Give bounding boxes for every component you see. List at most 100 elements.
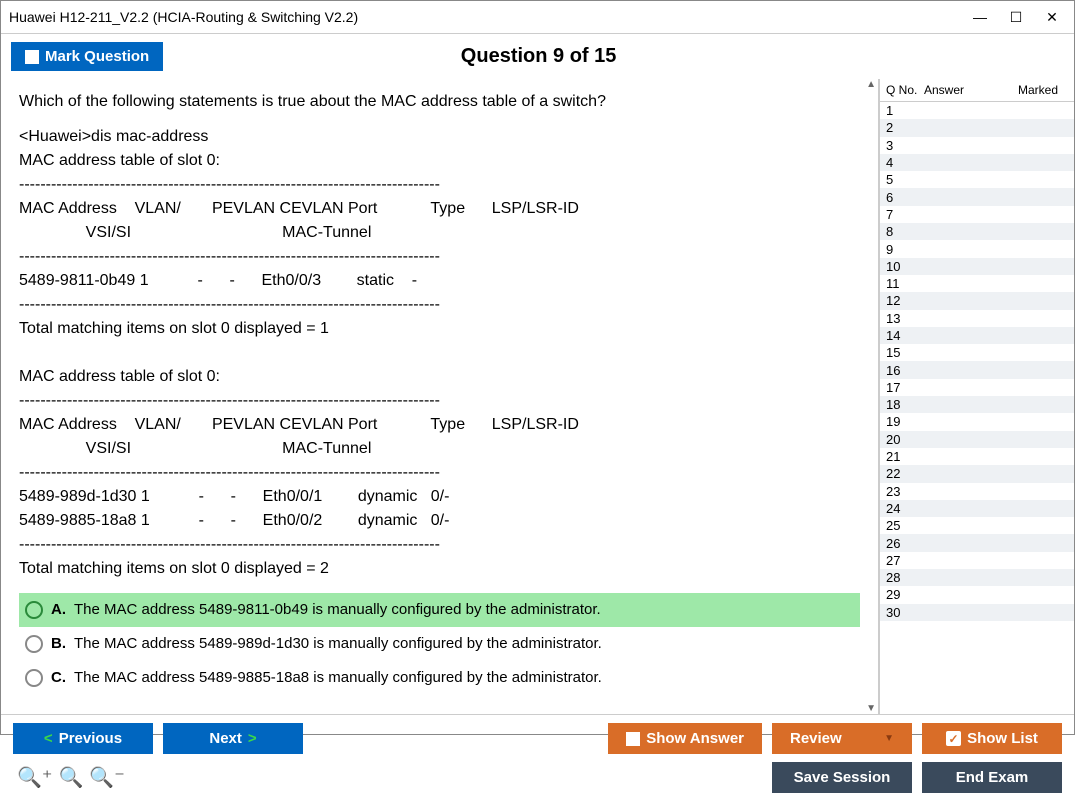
show-answer-label: Show Answer	[646, 730, 744, 747]
list-row[interactable]: 29	[880, 586, 1074, 603]
list-row[interactable]: 2	[880, 119, 1074, 136]
qno-cell: 10	[886, 259, 924, 274]
zoom-reset-icon[interactable]: 🔍	[58, 765, 83, 790]
qno-cell: 8	[886, 224, 924, 239]
answer-option[interactable]: A. The MAC address 5489-9811-0b49 is manu…	[19, 593, 860, 627]
header-row: Mark Question Question 9 of 15	[1, 34, 1074, 79]
list-row[interactable]: 23	[880, 483, 1074, 500]
answer-text: The MAC address 5489-9811-0b49 is manual…	[74, 598, 601, 622]
next-label: Next	[209, 730, 242, 747]
qno-cell: 23	[886, 484, 924, 499]
list-row[interactable]: 21	[880, 448, 1074, 465]
qno-cell: 3	[886, 138, 924, 153]
scroll-up-icon[interactable]: ▲	[866, 79, 876, 90]
qno-cell: 30	[886, 605, 924, 620]
list-row[interactable]: 22	[880, 465, 1074, 482]
col-qno: Q No.	[886, 83, 924, 97]
list-row[interactable]: 10	[880, 258, 1074, 275]
answer-option[interactable]: B.The MAC address 5489-989d-1d30 is manu…	[19, 627, 860, 661]
show-answer-button[interactable]: Show Answer	[608, 723, 762, 754]
qno-cell: 9	[886, 242, 924, 257]
qno-cell: 20	[886, 432, 924, 447]
qno-cell: 25	[886, 518, 924, 533]
window-title: Huawei H12-211_V2.2 (HCIA-Routing & Swit…	[9, 9, 358, 25]
minimize-button[interactable]: —	[966, 5, 994, 29]
qno-cell: 1	[886, 103, 924, 118]
question-body: Which of the following statements is tru…	[1, 79, 878, 705]
maximize-button[interactable]: ☐	[1002, 5, 1030, 29]
answer-letter: C.	[51, 666, 66, 690]
col-marked: Marked	[984, 83, 1068, 97]
zoom-in-icon[interactable]: 🔍⁺	[17, 765, 52, 790]
list-row[interactable]: 19	[880, 413, 1074, 430]
window-controls: — ☐ ✕	[966, 5, 1066, 29]
content-column: ▲ Which of the following statements is t…	[1, 79, 879, 714]
list-row[interactable]: 5	[880, 171, 1074, 188]
qno-cell: 13	[886, 311, 924, 326]
list-row[interactable]: 28	[880, 569, 1074, 586]
radio-icon	[25, 669, 43, 687]
list-row[interactable]: 24	[880, 500, 1074, 517]
answers-list: A. The MAC address 5489-9811-0b49 is manu…	[19, 593, 860, 695]
question-prompt: Which of the following statements is tru…	[19, 89, 860, 115]
list-row[interactable]: 1	[880, 102, 1074, 119]
qno-cell: 26	[886, 536, 924, 551]
radio-icon	[25, 635, 43, 653]
list-row[interactable]: 12	[880, 292, 1074, 309]
show-list-label: Show List	[967, 730, 1038, 747]
qno-cell: 17	[886, 380, 924, 395]
question-list[interactable]: 1234567891011121314151617181920212223242…	[880, 102, 1074, 714]
end-exam-button[interactable]: End Exam	[922, 762, 1062, 793]
chevron-left-icon: <	[44, 730, 53, 747]
end-exam-label: End Exam	[956, 769, 1029, 786]
scroll-down-icon[interactable]: ▼	[866, 703, 876, 714]
list-row[interactable]: 7	[880, 206, 1074, 223]
previous-label: Previous	[59, 730, 122, 747]
list-row[interactable]: 18	[880, 396, 1074, 413]
question-scroll[interactable]: ▲ Which of the following statements is t…	[1, 79, 879, 714]
list-row[interactable]: 27	[880, 552, 1074, 569]
qno-cell: 6	[886, 190, 924, 205]
answer-option[interactable]: C. The MAC address 5489-9885-18a8 is manu…	[19, 661, 860, 695]
list-row[interactable]: 30	[880, 604, 1074, 621]
mark-question-label: Mark Question	[45, 48, 149, 65]
previous-button[interactable]: < Previous	[13, 723, 153, 754]
qno-cell: 18	[886, 397, 924, 412]
next-button[interactable]: Next >	[163, 723, 303, 754]
close-button[interactable]: ✕	[1038, 5, 1066, 29]
list-row[interactable]: 3	[880, 137, 1074, 154]
list-row[interactable]: 20	[880, 431, 1074, 448]
main-area: ▲ Which of the following statements is t…	[1, 79, 1074, 714]
answer-text: The MAC address 5489-989d-1d30 is manual…	[74, 632, 602, 656]
mark-question-button[interactable]: Mark Question	[11, 42, 163, 71]
list-row[interactable]: 15	[880, 344, 1074, 361]
review-label: Review	[790, 730, 842, 747]
review-button[interactable]: Review ▼	[772, 723, 912, 754]
show-list-button[interactable]: ✓ Show List	[922, 723, 1062, 754]
list-row[interactable]: 13	[880, 310, 1074, 327]
zoom-controls: 🔍⁺ 🔍 🔍⁻	[13, 765, 125, 790]
list-row[interactable]: 26	[880, 534, 1074, 551]
qno-cell: 5	[886, 172, 924, 187]
list-row[interactable]: 6	[880, 188, 1074, 205]
save-session-button[interactable]: Save Session	[772, 762, 912, 793]
answer-text: The MAC address 5489-9885-18a8 is manual…	[74, 666, 602, 690]
col-answer: Answer	[924, 83, 984, 97]
list-row[interactable]: 14	[880, 327, 1074, 344]
titlebar: Huawei H12-211_V2.2 (HCIA-Routing & Swit…	[1, 1, 1074, 34]
qno-cell: 21	[886, 449, 924, 464]
qno-cell: 7	[886, 207, 924, 222]
list-row[interactable]: 9	[880, 240, 1074, 257]
qno-cell: 16	[886, 363, 924, 378]
answer-letter: A.	[51, 598, 66, 622]
list-row[interactable]: 4	[880, 154, 1074, 171]
qno-cell: 24	[886, 501, 924, 516]
list-row[interactable]: 16	[880, 361, 1074, 378]
list-row[interactable]: 11	[880, 275, 1074, 292]
qno-cell: 22	[886, 466, 924, 481]
list-row[interactable]: 25	[880, 517, 1074, 534]
zoom-out-icon[interactable]: 🔍⁻	[89, 765, 124, 790]
qno-cell: 4	[886, 155, 924, 170]
list-row[interactable]: 8	[880, 223, 1074, 240]
list-row[interactable]: 17	[880, 379, 1074, 396]
